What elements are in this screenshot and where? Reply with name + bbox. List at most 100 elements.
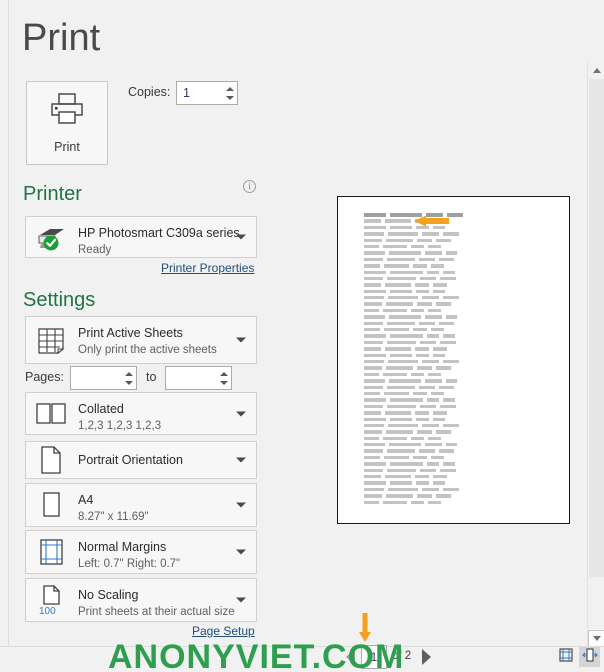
- preview-cell: [364, 391, 380, 396]
- preview-data-row: [364, 500, 469, 507]
- chevron-down-icon[interactable]: [236, 597, 246, 603]
- preview-cell: [364, 385, 383, 389]
- preview-cell: [427, 398, 439, 402]
- stepper-down-icon[interactable]: [220, 380, 228, 385]
- preview-cell: [387, 404, 416, 409]
- page-number-input[interactable]: [362, 646, 386, 668]
- collated-icon: [34, 397, 68, 431]
- orientation-title: Portrait Orientation: [78, 453, 183, 467]
- preview-cell: [417, 302, 432, 306]
- preview-cell: [436, 430, 451, 434]
- preview-cell: [364, 347, 381, 351]
- stepper-down-icon[interactable]: [125, 380, 133, 385]
- printer-icon: [48, 92, 86, 131]
- info-icon[interactable]: i: [243, 180, 256, 193]
- preview-cell: [388, 232, 418, 236]
- preview-cell: [387, 385, 415, 389]
- preview-cell: [419, 385, 435, 389]
- scroll-up-button[interactable]: [588, 62, 604, 79]
- next-page-button[interactable]: [416, 647, 436, 667]
- scaling-selector[interactable]: 100 No Scaling Print sheets at their act…: [25, 578, 257, 622]
- printer-properties-link[interactable]: Printer Properties: [161, 261, 254, 275]
- preview-cell: [417, 430, 432, 434]
- preview-cell: [364, 398, 386, 402]
- preview-cell: [383, 308, 407, 313]
- preview-cell: [436, 366, 451, 370]
- scrollbar-thumb[interactable]: [589, 79, 604, 577]
- preview-cell: [433, 347, 447, 351]
- preview-cell: [387, 449, 415, 453]
- page-number-field[interactable]: [361, 645, 387, 669]
- preview-cell: [447, 213, 463, 217]
- previous-page-button[interactable]: [340, 647, 360, 667]
- preview-cell: [364, 244, 379, 249]
- preview-cell: [364, 251, 385, 255]
- stepper-down-icon[interactable]: [226, 95, 234, 100]
- print-button[interactable]: Print: [26, 81, 108, 165]
- chevron-down-icon[interactable]: [236, 549, 246, 555]
- settings-section-heading: Settings: [23, 289, 96, 311]
- page-setup-link[interactable]: Page Setup: [192, 624, 255, 638]
- preview-cell: [415, 347, 429, 351]
- copies-stepper[interactable]: [176, 81, 238, 105]
- preview-cell: [431, 455, 444, 460]
- preview-cell: [364, 264, 380, 268]
- collation-selector[interactable]: Collated 1,2,3 1,2,3 1,2,3: [25, 392, 257, 435]
- preview-cell: [388, 487, 418, 492]
- preview-cell: [364, 276, 383, 281]
- pages-to-arrows[interactable]: [220, 367, 228, 389]
- preview-cell: [385, 411, 411, 415]
- preview-cell: [431, 328, 444, 332]
- preview-cell: [433, 283, 447, 287]
- preview-page[interactable]: [337, 196, 570, 524]
- scroll-down-button[interactable]: [588, 630, 604, 647]
- preview-cell: [390, 270, 423, 274]
- preview-cell: [388, 296, 418, 300]
- paper-size-selector[interactable]: A4 8.27" x 11.69": [25, 483, 257, 527]
- printer-selector[interactable]: HP Photosmart C309a series Ready: [25, 216, 257, 258]
- scaling-100-icon: 100: [34, 583, 68, 617]
- scrollbar-track[interactable]: [588, 79, 604, 630]
- preview-cell: [364, 443, 385, 447]
- preview-cell: [436, 238, 451, 242]
- preview-cell: [440, 468, 456, 473]
- preview-cell: [387, 321, 415, 326]
- preview-cell: [433, 417, 445, 421]
- chevron-down-icon[interactable]: [236, 457, 246, 463]
- zoom-to-page-icon: [581, 647, 598, 668]
- chevron-down-icon[interactable]: [236, 234, 246, 240]
- preview-cell: [390, 398, 423, 402]
- preview-cell: [364, 379, 385, 383]
- preview-cell: [420, 276, 436, 281]
- print-range-selector[interactable]: Print Active Sheets Only print the activ…: [25, 316, 257, 364]
- preview-cell: [425, 379, 442, 383]
- preview-cell: [364, 328, 380, 332]
- orientation-selector[interactable]: Portrait Orientation: [25, 441, 257, 479]
- zoom-to-page-button[interactable]: [579, 647, 600, 667]
- preview-scrollbar[interactable]: [587, 62, 604, 647]
- stepper-up-icon[interactable]: [226, 86, 234, 91]
- chevron-down-icon[interactable]: [236, 337, 246, 343]
- preview-cell: [383, 436, 407, 441]
- show-margins-button[interactable]: [555, 647, 576, 667]
- pages-from-arrows[interactable]: [125, 367, 133, 389]
- chevron-down-icon[interactable]: [236, 502, 246, 508]
- pages-to-stepper[interactable]: [165, 366, 232, 390]
- triangle-right-icon: [421, 649, 431, 665]
- preview-cell: [383, 372, 407, 377]
- preview-cell: [422, 423, 439, 428]
- chevron-down-icon[interactable]: [236, 411, 246, 416]
- preview-cell: [364, 411, 381, 415]
- stepper-up-icon[interactable]: [125, 371, 133, 376]
- portrait-page-icon: [34, 443, 68, 477]
- copies-stepper-arrows[interactable]: [226, 82, 234, 104]
- preview-cell: [433, 289, 445, 294]
- preview-cell: [427, 462, 439, 466]
- stepper-up-icon[interactable]: [220, 371, 228, 376]
- preview-cell: [440, 276, 456, 281]
- margins-selector[interactable]: Normal Margins Left: 0.7" Right: 0.7": [25, 530, 257, 574]
- preview-cell: [364, 430, 382, 434]
- pages-from-stepper[interactable]: [70, 366, 137, 390]
- preview-cell: [419, 257, 435, 262]
- preview-cell: [385, 475, 411, 479]
